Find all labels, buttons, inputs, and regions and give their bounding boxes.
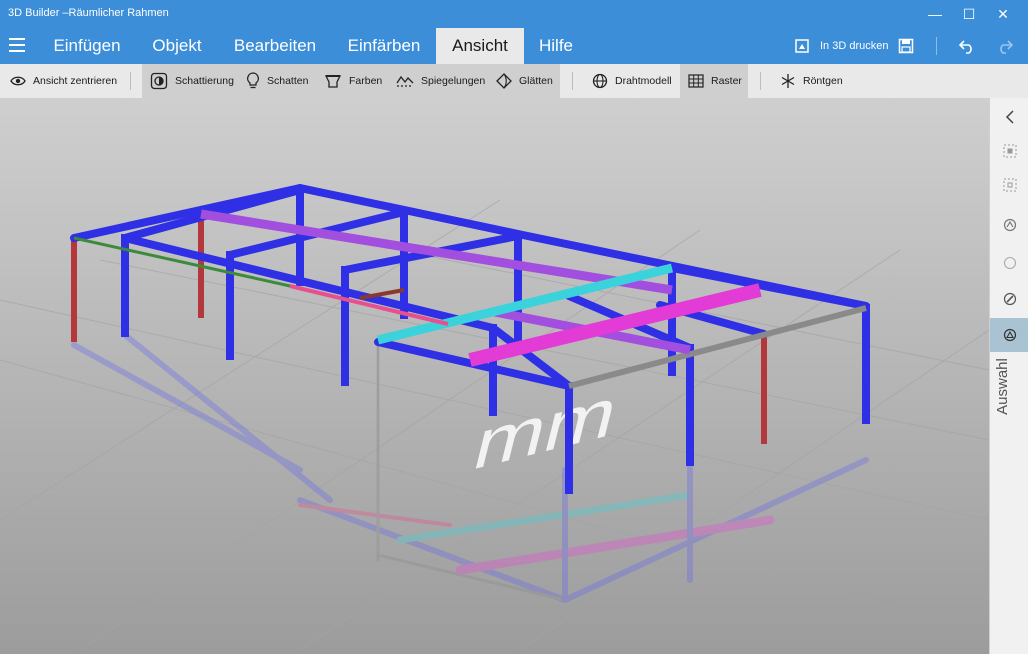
reflections-button[interactable]: Spiegelungen <box>396 64 485 98</box>
smooth-label: Glätten <box>519 75 553 87</box>
undo-icon <box>958 40 972 54</box>
grid-button[interactable]: Raster <box>680 64 748 98</box>
chevron-left-icon <box>1005 110 1014 124</box>
center-view-button[interactable]: Ansicht zentrieren <box>10 64 117 98</box>
toolbar-separator <box>572 72 573 90</box>
colors-button[interactable]: Farben <box>324 64 382 98</box>
select-all-icon <box>1003 144 1016 158</box>
lightbulb-icon <box>247 72 259 89</box>
deselect-icon <box>1003 178 1016 192</box>
title-bar: 3D Builder –Räumlicher Rahmen — ☐ ✕ <box>0 0 1028 28</box>
print-3d-button[interactable]: In 3D drucken <box>794 28 888 64</box>
print-3d-label: In 3D drucken <box>820 40 889 52</box>
hamburger-menu-icon[interactable] <box>9 38 25 52</box>
shading-icon <box>150 72 168 90</box>
grid-icon <box>688 74 704 88</box>
paint-bucket-icon <box>324 75 342 88</box>
select-edges-button[interactable] <box>990 282 1028 316</box>
tab-hilfe[interactable]: Hilfe <box>524 28 588 64</box>
save-button[interactable] <box>898 28 914 64</box>
edge-select-icon <box>1003 292 1016 306</box>
xray-button[interactable]: Röntgen <box>780 64 843 98</box>
toolbar-separator <box>130 72 131 90</box>
window-title: 3D Builder –Räumlicher Rahmen <box>8 7 169 19</box>
toolbar-separator <box>760 72 761 90</box>
tab-bearbeiten[interactable]: Bearbeiten <box>218 28 332 64</box>
ribbon-separator <box>936 37 937 55</box>
smooth-button[interactable]: Glätten <box>496 64 553 98</box>
frame-scene: mm <box>0 98 989 654</box>
save-icon <box>898 38 914 54</box>
tab-einfuegen[interactable]: Einfügen <box>38 28 136 64</box>
select-all-button[interactable] <box>990 134 1028 168</box>
ribbon-bar: Einfügen Objekt Bearbeiten Einfärben Ans… <box>0 28 1028 64</box>
xray-label: Röntgen <box>803 75 843 87</box>
undo-button[interactable] <box>958 28 976 64</box>
minimize-button[interactable]: — <box>918 0 952 28</box>
colors-label: Farben <box>349 75 383 87</box>
reflections-label: Spiegelungen <box>421 75 486 87</box>
smooth-icon <box>496 73 512 89</box>
deselect-button[interactable] <box>990 168 1028 202</box>
shadows-label: Schatten <box>267 75 309 87</box>
tab-einfaerben[interactable]: Einfärben <box>332 28 436 64</box>
reflections-icon <box>396 75 414 87</box>
center-view-label: Ansicht zentrieren <box>33 75 118 87</box>
collapse-panel-button[interactable] <box>990 100 1028 134</box>
tab-objekt[interactable]: Objekt <box>136 28 218 64</box>
print-3d-icon <box>795 39 809 53</box>
maximize-button[interactable]: ☐ <box>952 0 986 28</box>
grid-label: Raster <box>711 75 742 87</box>
redo-button[interactable] <box>996 28 1014 64</box>
select-objects-button[interactable] <box>990 208 1028 242</box>
shadows-button[interactable]: Schatten <box>246 64 308 98</box>
tab-ansicht[interactable]: Ansicht <box>436 28 524 64</box>
view-toolbar: Ansicht zentrieren Schattierung Schatten… <box>0 64 1028 99</box>
globe-icon <box>592 73 608 89</box>
close-button[interactable]: ✕ <box>986 0 1020 28</box>
shading-button[interactable]: Schattierung <box>150 64 234 98</box>
sidebar-vertical-label: Auswahl <box>994 356 1020 426</box>
object-select-icon <box>1003 218 1016 232</box>
eye-icon <box>10 76 26 86</box>
wireframe-button[interactable]: Drahtmodell <box>592 64 672 98</box>
3d-viewport[interactable]: mm <box>0 98 989 654</box>
shading-label: Schattierung <box>175 75 234 87</box>
select-vertices-button[interactable] <box>990 318 1028 352</box>
redo-icon <box>1000 40 1014 54</box>
xray-icon <box>781 74 795 88</box>
select-faces-button[interactable] <box>990 246 1028 280</box>
selection-label: Auswahl <box>993 358 1011 415</box>
vertex-select-icon <box>1003 328 1016 342</box>
wireframe-label: Drahtmodell <box>615 75 672 87</box>
circle-icon <box>1003 256 1016 270</box>
